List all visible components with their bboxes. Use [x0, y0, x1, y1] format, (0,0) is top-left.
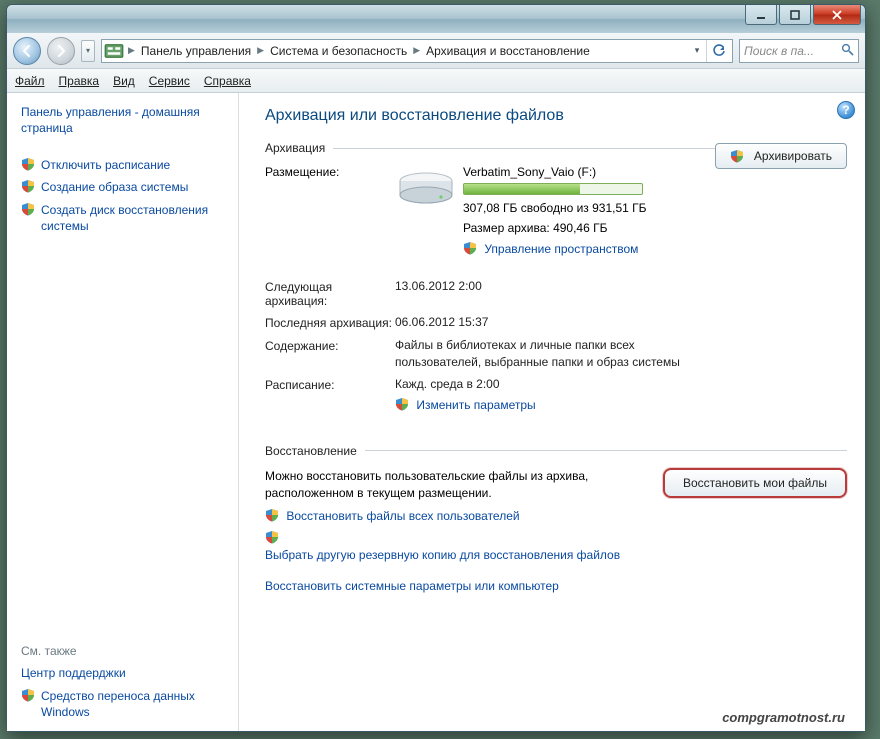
link-label: Управление пространством [484, 242, 638, 256]
link-label: Выбрать другую резервную копию для восст… [265, 548, 620, 562]
search-icon[interactable] [841, 43, 854, 59]
shield-icon [265, 508, 279, 522]
watermark: compgramotnost.ru [722, 710, 845, 725]
chevron-right-icon[interactable]: ▶ [255, 45, 266, 56]
breadcrumb-backup-restore[interactable]: Архивация и восстановление [422, 44, 594, 58]
menu-service[interactable]: Сервис [149, 74, 190, 88]
sidebar-link-support-center[interactable]: Центр поддерджки [7, 662, 238, 684]
menu-bar: Файл Правка Вид Сервис Справка [7, 69, 865, 93]
help-icon[interactable]: ? [837, 101, 855, 119]
breadcrumb-system-security[interactable]: Система и безопасность [266, 44, 411, 58]
change-params-link[interactable]: Изменить параметры [395, 397, 847, 414]
chevron-right-icon[interactable]: ▶ [411, 45, 422, 56]
chevron-right-icon[interactable]: ▶ [126, 45, 137, 56]
last-backup-label: Последняя архивация: [265, 314, 395, 330]
sidebar-item-label: Создать диск восстановления системы [41, 202, 224, 234]
shield-icon [21, 688, 35, 702]
restore-system-link[interactable]: Восстановить системные параметры или ком… [265, 578, 645, 595]
menu-view[interactable]: Вид [113, 74, 135, 88]
control-panel-icon [104, 41, 124, 61]
free-space-text: 307,08 ГБ свободно из 931,51 ГБ [463, 201, 697, 215]
link-label: Восстановить файлы всех пользователей [286, 509, 519, 523]
location-value: Verbatim_Sony_Vaio (F:) [463, 165, 697, 179]
space-progress-fill [464, 184, 580, 194]
recent-pages-dropdown[interactable]: ▾ [81, 40, 95, 62]
sidebar-item-disable-schedule[interactable]: Отключить расписание [7, 154, 238, 176]
shield-icon [395, 397, 409, 411]
sidebar-item-label: Отключить расписание [41, 157, 170, 173]
sidebar-item-create-image[interactable]: Создание образа системы [7, 176, 238, 198]
hard-drive-icon [397, 171, 455, 207]
shield-icon [463, 241, 477, 255]
backup-now-button[interactable]: Архивировать [715, 143, 847, 169]
sidebar-see-also-label: См. также [7, 640, 238, 662]
titlebar [7, 5, 865, 33]
sidebar-item-create-recovery-disk[interactable]: Создать диск восстановления системы [7, 199, 238, 237]
contents-value: Файлы в библиотеках и личные папки всех … [395, 337, 847, 371]
search-input[interactable]: Поиск в па... [739, 39, 859, 63]
pick-other-backup-link[interactable]: Выбрать другую резервную копию для восст… [265, 530, 645, 564]
next-backup-label: Следующая архивация: [265, 278, 395, 308]
restore-my-files-button[interactable]: Восстановить мои файлы [663, 468, 847, 498]
menu-help[interactable]: Справка [204, 74, 251, 88]
shield-icon [265, 530, 279, 544]
content-area: ? Архивация или восстановление файлов Ар… [239, 93, 865, 731]
button-label: Восстановить мои файлы [683, 476, 827, 490]
section-label: Восстановление [265, 444, 357, 458]
refresh-button[interactable] [706, 40, 730, 62]
breadcrumb-control-panel[interactable]: Панель управления [137, 44, 255, 58]
schedule-label: Расписание: [265, 376, 395, 392]
address-bar[interactable]: ▶ Панель управления ▶ Система и безопасн… [101, 39, 733, 63]
space-progress-bar [463, 183, 643, 195]
forward-button[interactable] [47, 37, 75, 65]
shield-icon [730, 149, 744, 163]
manage-space-link[interactable]: Управление пространством [463, 241, 697, 256]
sidebar-link-transfer-tool[interactable]: Средство переноса данных Windows [7, 685, 238, 723]
control-panel-window: ▾ ▶ Панель управления ▶ Система и безопа… [6, 4, 866, 732]
sidebar: Панель управления - домашняя страница От… [7, 93, 239, 731]
last-backup-value: 06.06.2012 15:37 [395, 314, 847, 331]
menu-edit[interactable]: Правка [59, 74, 100, 88]
close-button[interactable] [813, 5, 861, 25]
maximize-button[interactable] [779, 5, 811, 25]
restore-description: Можно восстановить пользовательские файл… [265, 468, 645, 502]
link-label: Изменить параметры [416, 398, 535, 412]
section-label: Архивация [265, 141, 325, 155]
address-dropdown-icon[interactable]: ▾ [688, 45, 706, 56]
sidebar-home-link[interactable]: Панель управления - домашняя страница [7, 103, 238, 144]
navigation-bar: ▾ ▶ Панель управления ▶ Система и безопа… [7, 33, 865, 69]
shield-icon [21, 157, 35, 171]
sidebar-item-label: Создание образа системы [41, 179, 188, 195]
button-label: Архивировать [754, 149, 832, 163]
sidebar-item-label: Средство переноса данных Windows [41, 688, 224, 720]
shield-icon [21, 179, 35, 193]
sidebar-item-label: Центр поддерджки [21, 665, 126, 681]
location-label: Размещение: [265, 165, 395, 179]
body: Панель управления - домашняя страница От… [7, 93, 865, 731]
restore-all-users-link[interactable]: Восстановить файлы всех пользователей [265, 508, 645, 525]
schedule-value: Кажд. среда в 2:00 [395, 376, 847, 393]
page-title: Архивация или восстановление файлов [265, 107, 847, 125]
archive-size-text: Размер архива: 490,46 ГБ [463, 221, 697, 235]
search-placeholder: Поиск в па... [744, 44, 814, 58]
back-button[interactable] [13, 37, 41, 65]
next-backup-value: 13.06.2012 2:00 [395, 278, 847, 295]
section-restore-title: Восстановление [265, 444, 847, 458]
minimize-button[interactable] [745, 5, 777, 25]
menu-file[interactable]: Файл [15, 74, 45, 88]
shield-icon [21, 202, 35, 216]
contents-label: Содержание: [265, 337, 395, 353]
